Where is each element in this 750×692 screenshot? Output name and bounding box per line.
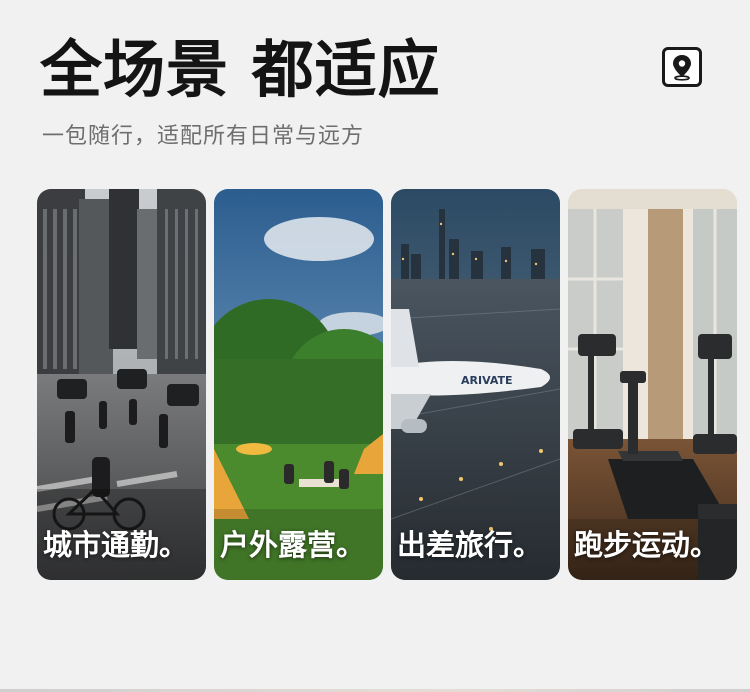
card-outdoor-camping[interactable]: 户外露营。 (214, 189, 383, 580)
card-label: 城市通勤。 (43, 528, 189, 562)
page-subtitle: 一包随行，适配所有日常与远方 (42, 124, 365, 149)
page-title: 全场景 都适应 (40, 33, 441, 106)
card-business-travel[interactable]: ARIVATE 出差旅行。 (391, 189, 560, 580)
card-city-commute[interactable]: 城市通勤。 (37, 189, 206, 580)
location-pin-icon[interactable] (662, 47, 702, 87)
plane-livery-text: ARIVATE (461, 374, 513, 387)
card-label: 跑步运动。 (574, 528, 720, 562)
scenario-cards: 城市通勤。 户外露营。 ARIVATE 出差旅行。 跑步运动。 (37, 189, 737, 580)
card-running-exercise[interactable]: 跑步运动。 (568, 189, 737, 580)
card-label: 出差旅行。 (397, 528, 543, 562)
card-label: 户外露营。 (220, 528, 366, 562)
